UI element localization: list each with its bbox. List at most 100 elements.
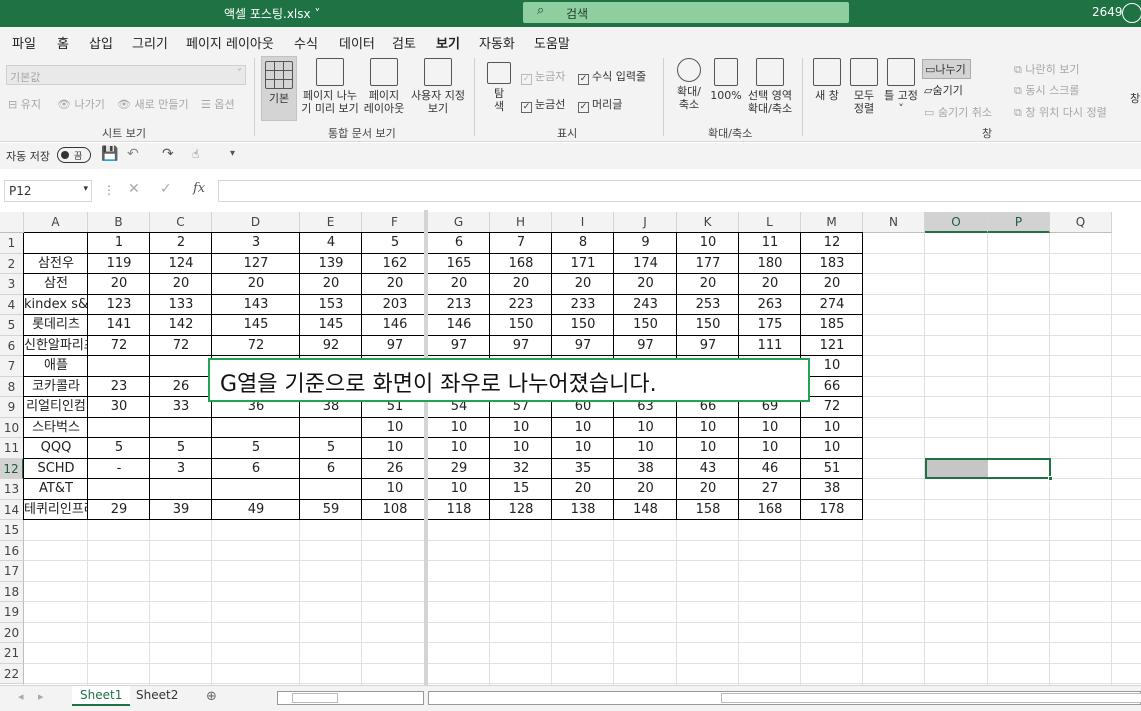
cell[interactable]: 27	[739, 479, 801, 499]
cancel-icon[interactable]: ✕	[128, 181, 140, 197]
column-header[interactable]: E	[300, 212, 362, 233]
cell[interactable]: 29	[428, 459, 490, 479]
cell[interactable]: 185	[801, 315, 863, 335]
cell[interactable]: 223	[490, 295, 552, 315]
cell[interactable]: 10	[801, 418, 863, 438]
cell[interactable]: 10	[801, 356, 863, 376]
cell[interactable]: 97	[552, 336, 614, 356]
cell[interactable]: 143	[212, 295, 300, 315]
ruler-checkbox[interactable]: ✓ 눈금자	[521, 68, 565, 85]
cell[interactable]: 3	[150, 459, 212, 479]
cell[interactable]: 66	[801, 377, 863, 397]
cell[interactable]: 233	[552, 295, 614, 315]
cell[interactable]: 39	[150, 500, 212, 520]
normal-view-button[interactable]: 기본	[261, 56, 297, 121]
tab-automate[interactable]: 자동화	[479, 33, 515, 52]
row-header[interactable]: 5	[0, 315, 24, 336]
cell[interactable]: 72	[801, 397, 863, 417]
cell[interactable]: 145	[300, 315, 362, 335]
hide-button[interactable]: ▱숨기기	[924, 82, 963, 98]
cell[interactable]: 118	[428, 500, 490, 520]
cell[interactable]: 15	[490, 479, 552, 499]
column-header[interactable]: B	[88, 212, 150, 233]
cell[interactable]: 10	[362, 479, 428, 499]
cell[interactable]: 168	[490, 254, 552, 274]
row-header[interactable]: 3	[0, 274, 24, 295]
horizontal-scrollbar-right[interactable]	[428, 691, 1141, 705]
cell[interactable]: 72	[212, 336, 300, 356]
cell[interactable]: 274	[801, 295, 863, 315]
cell[interactable]: 20	[677, 479, 739, 499]
cell[interactable]: 43	[677, 459, 739, 479]
cell[interactable]: 10	[739, 418, 801, 438]
page-layout-view-button[interactable]: 페이지 레이아웃	[362, 58, 406, 115]
file-name[interactable]: 액셀 포스팅.xlsx ˅	[224, 5, 320, 22]
cell[interactable]: 26	[150, 377, 212, 397]
row-header[interactable]: 1	[0, 233, 24, 254]
cell[interactable]: 119	[88, 254, 150, 274]
cell[interactable]: QQQ	[24, 438, 88, 458]
row-header[interactable]: 21	[0, 643, 24, 664]
row-header[interactable]: 7	[0, 356, 24, 377]
cell[interactable]: 123	[88, 295, 150, 315]
unhide-button[interactable]: ▭ 숨기기 취소	[924, 104, 992, 120]
worksheet-grid[interactable]: ABCDEFGHIJKLMNOPQ 1 2 3 4 5 6 7 8 9 10 11 12 13 14 15 1…	[0, 210, 1141, 685]
cell[interactable]: 150	[552, 315, 614, 335]
add-sheet-icon[interactable]: ⊕	[206, 689, 217, 704]
cell[interactable]: 121	[801, 336, 863, 356]
cell[interactable]: 26	[362, 459, 428, 479]
cell[interactable]: 2	[150, 233, 212, 253]
cell[interactable]: 삼전우	[24, 254, 88, 274]
cell[interactable]: 4	[300, 233, 362, 253]
cell[interactable]: 5	[362, 233, 428, 253]
row-header[interactable]: 19	[0, 602, 24, 623]
navigation-button[interactable]: 탐 색	[484, 62, 514, 113]
undo-icon[interactable]: ↶	[127, 146, 139, 162]
redo-icon[interactable]: ↷	[162, 146, 174, 162]
enter-icon[interactable]: ✓	[160, 181, 172, 197]
tab-page-layout[interactable]: 페이지 레이아웃	[186, 33, 274, 52]
row-header[interactable]: 15	[0, 520, 24, 541]
row-header[interactable]: 14	[0, 499, 24, 520]
options-button[interactable]: ☰ 옵션	[201, 96, 235, 112]
cell[interactable]: 177	[677, 254, 739, 274]
cell[interactable]: 124	[150, 254, 212, 274]
sync-scroll-button[interactable]: ⧉ 동시 스크롤	[1014, 82, 1079, 98]
cell[interactable]: 150	[677, 315, 739, 335]
tab-view[interactable]: 보기	[436, 33, 460, 57]
cell[interactable]: 111	[739, 336, 801, 356]
sheet-view-dropdown[interactable]: 기본값 ˅	[6, 65, 246, 85]
column-header[interactable]: K	[677, 212, 739, 233]
custom-views-button[interactable]: 사용자 지정 보기	[408, 58, 468, 115]
cell[interactable]: 38	[801, 479, 863, 499]
cell[interactable]: 20	[362, 274, 428, 294]
tab-draw[interactable]: 그리기	[132, 33, 168, 52]
column-header[interactable]: J	[614, 212, 677, 233]
cell[interactable]: 108	[362, 500, 428, 520]
cell[interactable]: 10	[428, 418, 490, 438]
column-header[interactable]: C	[150, 212, 212, 233]
search-box[interactable]: ⌕ 검색	[523, 2, 849, 23]
cell[interactable]: 20	[212, 274, 300, 294]
cell[interactable]: 213	[428, 295, 490, 315]
cell[interactable]: 20	[88, 274, 150, 294]
cell[interactable]: 23	[88, 377, 150, 397]
row-header[interactable]: 16	[0, 540, 24, 561]
cell[interactable]: 10	[801, 438, 863, 458]
cell[interactable]: 171	[552, 254, 614, 274]
page-break-preview-button[interactable]: 페이지 나누 기 미리 보기	[300, 58, 360, 115]
cell[interactable]: 10	[739, 438, 801, 458]
cell[interactable]: 6	[428, 233, 490, 253]
cell[interactable]: 20	[801, 274, 863, 294]
cell[interactable]: 애플	[24, 356, 88, 376]
cell[interactable]: 10	[428, 438, 490, 458]
new-window-button[interactable]: 새 창	[810, 58, 844, 102]
cell[interactable]: 145	[212, 315, 300, 335]
cell[interactable]: 178	[801, 500, 863, 520]
tab-review[interactable]: 검토	[392, 33, 416, 52]
select-all-corner[interactable]	[0, 212, 24, 233]
column-header[interactable]: I	[552, 212, 614, 233]
horizontal-scrollbar-left[interactable]	[277, 691, 424, 705]
tab-file[interactable]: 파일	[12, 33, 36, 52]
zoom-button[interactable]: 확대/ 축소	[672, 58, 706, 111]
